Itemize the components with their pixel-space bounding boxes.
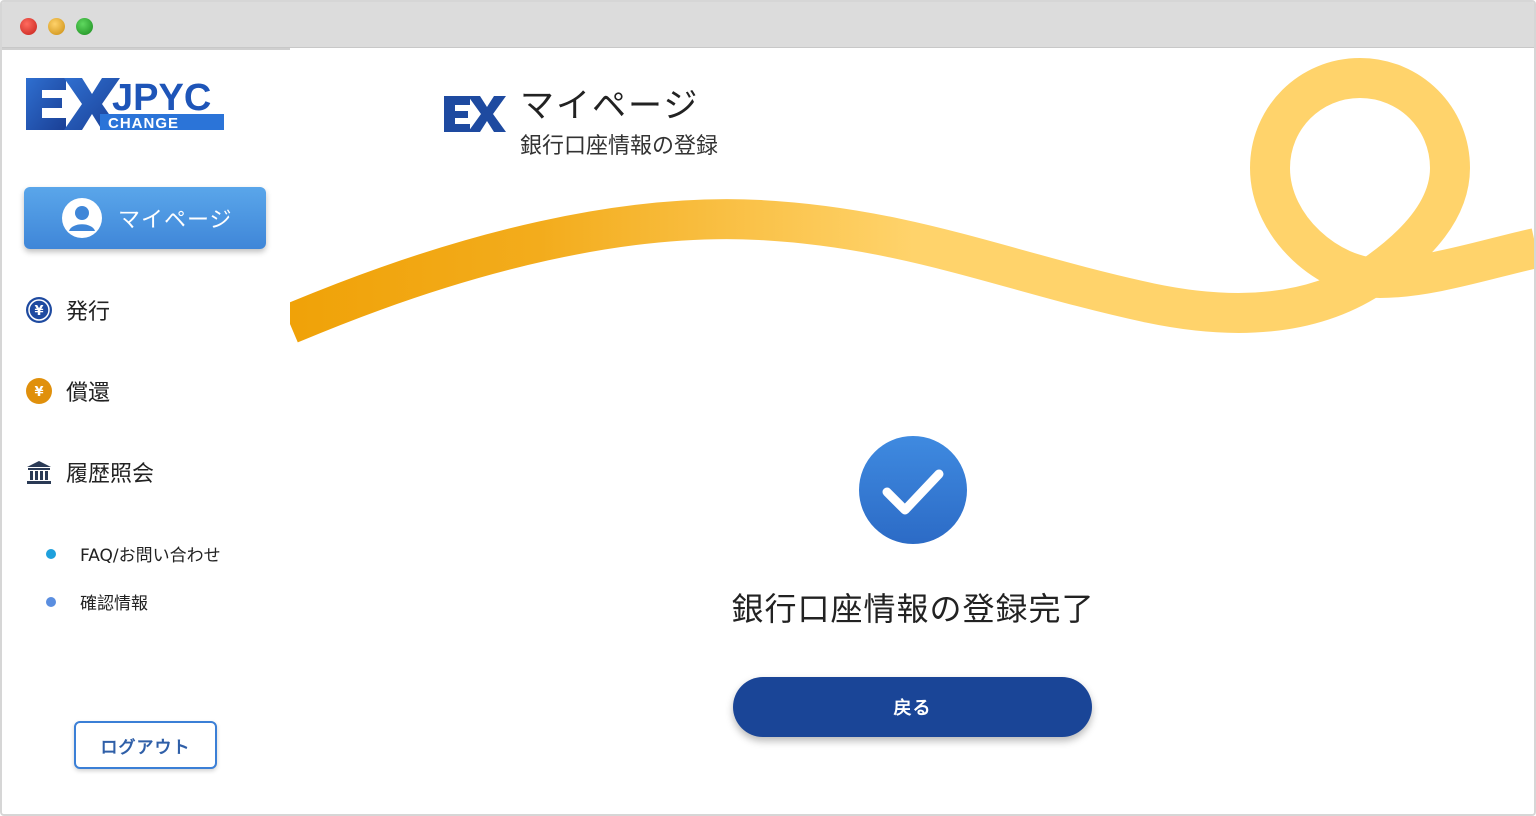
logo-change-text: CHANGE: [108, 115, 179, 132]
main-content: マイページ 銀行口座情報の登録 銀行口座情報の登録完了 戻る: [290, 48, 1534, 814]
sidebar-link-faq[interactable]: FAQ/お問い合わせ: [46, 541, 221, 566]
yen-coin-icon: ¥: [24, 376, 54, 406]
completion-message: 銀行口座情報の登録完了: [731, 590, 1095, 628]
sidebar-link-faq-label: FAQ/お問い合わせ: [80, 546, 221, 566]
sidebar-item-issue-label: 発行: [66, 300, 111, 325]
sidebar-item-history-label: 履歴照会: [66, 462, 155, 487]
sidebar-item-redeem[interactable]: ¥ 償還: [24, 375, 110, 407]
bank-icon: [24, 457, 54, 487]
sidebar-item-history[interactable]: 履歴照会: [24, 456, 154, 488]
sidebar: JPYC CHANGE マイページ ¥ 発行 ¥ 償還 履歴照会 FAQ/お問い…: [2, 48, 290, 814]
mypage-button[interactable]: マイページ: [24, 187, 266, 249]
browser-window: JPYC CHANGE マイページ ¥ 発行 ¥ 償還 履歴照会 FAQ/お問い…: [0, 0, 1536, 816]
back-button[interactable]: 戻る: [733, 677, 1092, 737]
sidebar-item-issue[interactable]: ¥ 発行: [24, 294, 110, 326]
sidebar-item-redeem-label: 償還: [66, 381, 111, 406]
check-circle-icon: [859, 436, 967, 544]
minimize-window-button[interactable]: [48, 18, 65, 35]
user-avatar-icon: [62, 198, 102, 238]
page-subtitle: 銀行口座情報の登録: [520, 134, 719, 159]
bullet-icon: [46, 548, 56, 559]
svg-text:¥: ¥: [34, 385, 43, 400]
page-title: マイページ: [520, 86, 700, 126]
bullet-icon: [46, 596, 56, 607]
yen-circle-icon: ¥: [24, 295, 54, 325]
mypage-button-label: マイページ: [118, 208, 233, 233]
maximize-window-button[interactable]: [76, 18, 93, 35]
ex-logo-icon: [444, 96, 506, 132]
close-window-button[interactable]: [20, 18, 37, 35]
svg-text:¥: ¥: [34, 304, 43, 319]
sidebar-link-confirm-info-label: 確認情報: [80, 594, 148, 614]
logout-button[interactable]: ログアウト: [74, 721, 217, 769]
window-titlebar: [2, 2, 1534, 48]
sidebar-link-confirm-info[interactable]: 確認情報: [46, 589, 148, 614]
exjpyc-logo[interactable]: JPYC CHANGE: [24, 74, 228, 134]
logo-jpyc-text: JPYC: [112, 77, 211, 119]
